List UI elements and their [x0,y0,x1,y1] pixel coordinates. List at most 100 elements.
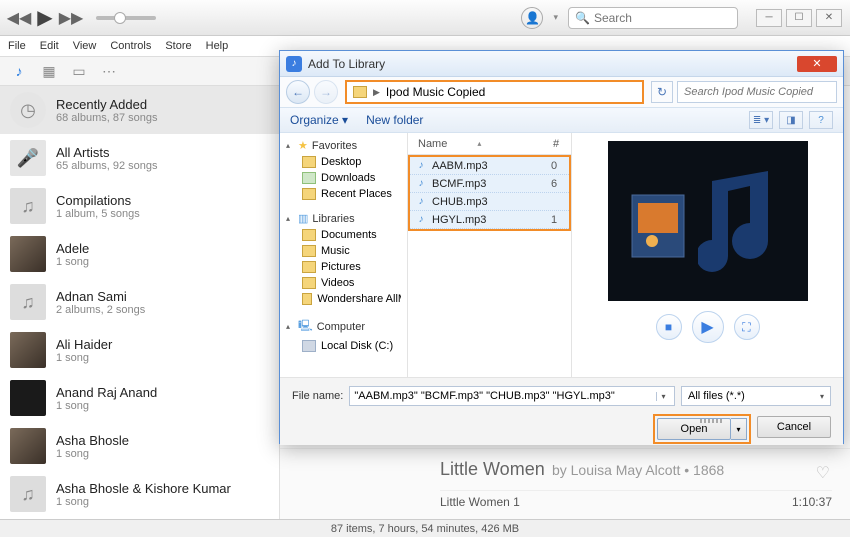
computer-icon: 🖳 [298,317,313,336]
itunes-search[interactable]: 🔍 [568,7,738,29]
window-close-button[interactable]: ✕ [816,9,842,27]
refresh-button[interactable]: ↻ [651,81,673,103]
sidebar-item-recently-added[interactable]: ◷ Recently Added68 albums, 87 songs [0,86,279,134]
dialog-toolbar: Organize ▾ New folder ≣ ▾ ◨ ? [280,107,843,133]
file-row[interactable]: ♪CHUB.mp3 [410,193,569,211]
menu-edit[interactable]: Edit [40,40,59,52]
audiobook-row[interactable]: ♡ Little Women by Louisa May Alcott • 18… [280,448,850,519]
open-dropdown-button[interactable]: ▾ [731,418,747,440]
preview-fullscreen-button[interactable]: ⛶ [734,314,760,340]
column-num[interactable]: # [541,138,571,150]
sidebar-item-artist[interactable]: ♫ Adnan Sami2 albums, 2 songs [0,278,279,326]
address-bar[interactable]: ▶ Ipod Music Copied [346,81,643,103]
prev-track-button[interactable]: ◀◀ [8,7,30,29]
disk-icon [302,340,316,352]
sidebar-item-label: Asha Bhosle [56,433,129,448]
tree-item[interactable]: Music [280,243,407,259]
menu-controls[interactable]: Controls [110,40,151,52]
filetype-select[interactable]: All files (*.*) ▾ [681,386,831,406]
favorite-icon[interactable]: ♡ [816,463,830,483]
sidebar-item-sub: 1 song [56,496,231,508]
column-name[interactable]: Name [418,138,447,150]
next-track-button[interactable]: ▶▶ [60,7,82,29]
filename-value: "AABM.mp3" "BCMF.mp3" "CHUB.mp3" "HGYL.m… [354,390,656,402]
sidebar-item-all-artists[interactable]: 🎤 All Artists65 albums, 92 songs [0,134,279,182]
note-icon: ♫ [10,284,46,320]
tree-item[interactable]: Videos [280,275,407,291]
help-button[interactable]: ? [809,111,833,129]
preview-pane: ■ ▶ ⛶ [572,133,843,377]
clock-icon: ◷ [10,92,46,128]
filename-input[interactable]: "AABM.mp3" "BCMF.mp3" "CHUB.mp3" "HGYL.m… [349,386,675,406]
sidebar-item-artist[interactable]: Asha Bhosle1 song [0,422,279,470]
tree-item[interactable]: Downloads [280,170,407,186]
path-segment[interactable]: Ipod Music Copied [386,85,485,99]
dialog-titlebar[interactable]: ♪ Add To Library ✕ [280,51,843,77]
itunes-icon: ♪ [286,56,302,72]
nav-forward-button[interactable]: → [314,80,338,104]
window-minimize-button[interactable]: ─ [756,9,782,27]
account-button[interactable]: 👤 [521,7,543,29]
preview-stop-button[interactable]: ■ [656,314,682,340]
window-maximize-button[interactable]: ☐ [786,9,812,27]
search-input[interactable] [594,11,731,25]
nav-back-button[interactable]: ← [286,80,310,104]
downloads-icon [302,172,316,184]
chevron-down-icon[interactable]: ▾ [553,12,558,23]
file-row[interactable]: ♪AABM.mp30 [410,157,569,175]
play-button[interactable]: ▶ [34,7,56,29]
note-icon: ♫ [10,476,46,512]
menu-help[interactable]: Help [206,40,229,52]
file-row[interactable]: ♪HGYL.mp31 [410,211,569,229]
chevron-right-icon: ▶ [373,87,380,98]
artist-sidebar: ◷ Recently Added68 albums, 87 songs 🎤 Al… [0,86,280,519]
cancel-button[interactable]: Cancel [757,416,831,438]
folder-icon [302,277,316,289]
volume-slider[interactable] [96,16,156,20]
dialog-search-input[interactable] [684,86,830,98]
file-list-header[interactable]: Name▴ # [408,133,571,155]
tv-view-icon[interactable]: ▭ [68,62,90,80]
sidebar-item-label: All Artists [56,145,158,160]
music-view-icon[interactable]: ♪ [8,62,30,80]
menu-file[interactable]: File [8,40,26,52]
tree-item[interactable]: Desktop [280,154,407,170]
sidebar-item-compilations[interactable]: ♫ Compilations1 album, 5 songs [0,182,279,230]
menu-store[interactable]: Store [165,40,191,52]
sidebar-item-label: Compilations [56,193,140,208]
sidebar-item-artist[interactable]: Ali Haider1 song [0,326,279,374]
preview-pane-button[interactable]: ◨ [779,111,803,129]
tree-item[interactable]: Documents [280,227,407,243]
tree-item[interactable]: Local Disk (C:) [280,338,407,354]
filename-dropdown-icon[interactable]: ▾ [656,392,670,401]
tree-item[interactable]: Wondershare AllMyTube [280,291,407,307]
book-title: Little Women [440,459,545,479]
tree-libraries[interactable]: ▴▥Libraries [280,210,407,227]
splitter-handle[interactable] [692,415,732,427]
movies-view-icon[interactable]: ▦ [38,62,60,80]
view-mode-button[interactable]: ≣ ▾ [749,111,773,129]
tree-computer[interactable]: ▴🖳Computer [280,315,407,338]
dialog-close-button[interactable]: ✕ [797,56,837,72]
star-icon: ★ [298,139,308,152]
folder-tree[interactable]: ▴★Favorites Desktop Downloads Recent Pla… [280,133,408,377]
sidebar-item-artist[interactable]: Adele1 song [0,230,279,278]
folder-icon [353,86,367,98]
more-view-icon[interactable]: ⋯ [98,62,120,80]
sidebar-item-artist[interactable]: Anand Raj Anand1 song [0,374,279,422]
sidebar-item-sub: 1 album, 5 songs [56,208,140,220]
dialog-search[interactable] [677,81,837,103]
sidebar-item-artist[interactable]: ♫ Asha Bhosle & Kishore Kumar1 song [0,470,279,518]
tree-favorites[interactable]: ▴★Favorites [280,137,407,154]
sidebar-item-sub: 1 song [56,256,89,268]
tree-item[interactable]: Pictures [280,259,407,275]
menu-view[interactable]: View [73,40,97,52]
note-icon: ♫ [10,188,46,224]
file-list[interactable]: Name▴ # ♪AABM.mp30 ♪BCMF.mp36 ♪CHUB.mp3 … [408,133,572,377]
book-year: 1868 [693,462,724,478]
preview-play-button[interactable]: ▶ [692,311,724,343]
tree-item[interactable]: Recent Places [280,186,407,202]
file-row[interactable]: ♪BCMF.mp36 [410,175,569,193]
new-folder-button[interactable]: New folder [366,113,423,127]
organize-menu[interactable]: Organize ▾ [290,113,348,127]
